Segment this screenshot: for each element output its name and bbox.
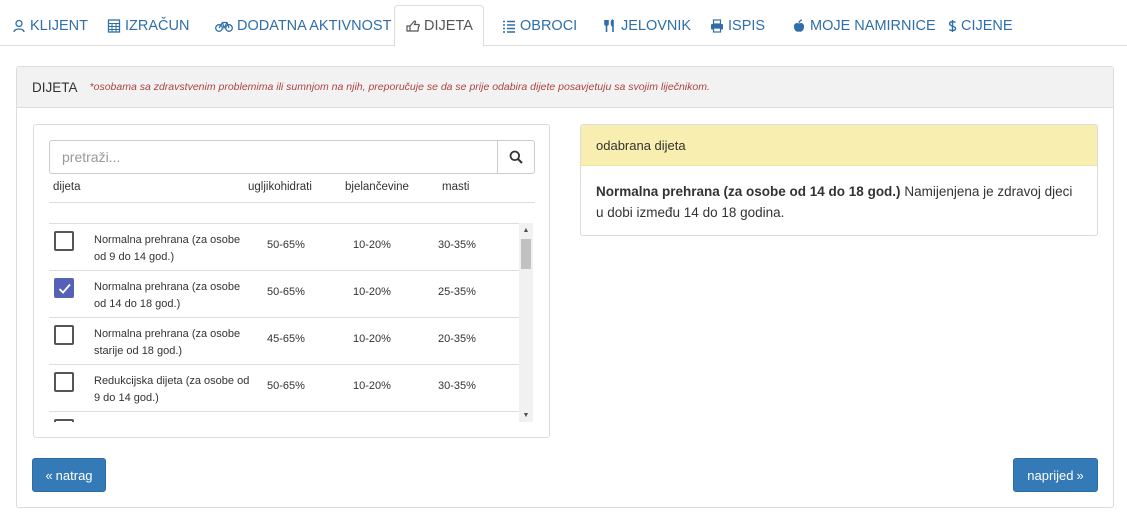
double-chevron-right-icon: » (1076, 467, 1084, 483)
print-icon (709, 18, 724, 33)
tab-bar: KLIJENT IZRAČUN DODATNA AKTIVNOST DIJETA… (0, 0, 1127, 47)
back-button[interactable]: « natrag (32, 458, 106, 492)
search-input[interactable] (49, 140, 497, 174)
tab-label: DIJETA (424, 18, 473, 34)
tab-label: OBROCI (520, 17, 578, 34)
search-button[interactable] (497, 140, 535, 174)
diet-name: Normalna prehrana (za osobe od 9 do 14 g… (94, 234, 241, 263)
diet-fat: 30-35% (438, 380, 476, 392)
tab-cijene[interactable]: CIJENE (937, 5, 1024, 46)
column-header-carbs: ugljikohidrati (248, 181, 312, 193)
selected-diet-body: Normalna prehrana (za osobe od 14 do 18 … (581, 166, 1097, 235)
cutlery-icon (602, 18, 617, 33)
diet-protein: 10-20% (353, 380, 391, 392)
diet-checkbox[interactable] (54, 231, 74, 251)
diet-name: Normalna prehrana (za osobe starije od 1… (94, 328, 241, 357)
selected-diet-heading: odabrana dijeta (581, 125, 1097, 166)
user-icon (11, 19, 26, 33)
health-warning-note: *osobama sa zdravstvenim problemima ili … (89, 81, 710, 93)
diet-row[interactable]: Normalna prehrana (za osobe od 9 do 14 g… (49, 223, 519, 270)
list-scrollbar[interactable]: ▲ ▼ (519, 223, 533, 422)
diet-checkbox[interactable] (54, 419, 74, 422)
diet-row[interactable]: Normalna prehrana (za osobe starije od 1… (49, 317, 519, 364)
diet-fat: 20-35% (438, 333, 476, 345)
list-icon (501, 19, 516, 33)
diet-name: Redukcijska dijeta (za osobe od 9 do 14 … (94, 375, 250, 404)
diet-fat: 25-35% (438, 286, 476, 298)
diet-list-box: dijeta ugljikohidrati bjelančevine masti… (33, 124, 550, 438)
scroll-down-arrow-icon[interactable]: ▼ (519, 408, 533, 422)
diet-row[interactable]: Redukcijska dijeta (za osobe od 9 do 14 … (49, 364, 519, 411)
scroll-up-arrow-icon[interactable]: ▲ (519, 223, 533, 237)
diet-protein: 10-20% (353, 239, 391, 251)
scroll-thumb[interactable] (521, 239, 531, 269)
tab-label: JELOVNIK (621, 17, 692, 34)
calculator-icon (106, 18, 121, 33)
tab-jelovnik[interactable]: JELOVNIK (591, 5, 702, 46)
diet-carbs: 50-65% (267, 286, 305, 298)
column-header-diet: dijeta (53, 181, 81, 193)
diet-fat: 30-35% (438, 239, 476, 251)
diet-protein: 10-20% (353, 286, 391, 298)
column-header-fat: masti (442, 181, 470, 193)
diet-carbs: 50-65% (267, 239, 305, 251)
double-chevron-left-icon: « (45, 467, 53, 483)
diet-checkbox[interactable] (54, 372, 74, 392)
diet-carbs: 50-65% (267, 380, 305, 392)
diet-list[interactable]: Normalna prehrana (za osobe od 9 do 14 g… (49, 223, 533, 422)
tab-klijent[interactable]: KLIJENT (0, 5, 99, 46)
diet-panel: DIJETA *osobama sa zdravstvenim problemi… (16, 66, 1114, 508)
back-button-label: natrag (55, 467, 93, 483)
tab-label: ISPIS (728, 17, 766, 34)
header-divider (49, 202, 535, 203)
tab-moje-namirnice[interactable]: MOJE NAMIRNICE (780, 5, 947, 46)
tab-label: KLIJENT (30, 17, 89, 34)
diet-name: Normalna prehrana (za osobe od 14 do 18 … (94, 281, 241, 310)
bicycle-icon (214, 19, 233, 33)
tab-obroci[interactable]: OBROCI (490, 5, 588, 46)
next-button[interactable]: naprijed » (1013, 458, 1098, 492)
search-icon (509, 150, 523, 164)
tab-dodatna-aktivnost[interactable]: DODATNA AKTIVNOST (203, 5, 402, 46)
tab-label: MOJE NAMIRNICE (810, 17, 936, 34)
hand-pointer-icon (406, 19, 420, 33)
tab-ispis[interactable]: ISPIS (698, 5, 776, 46)
column-header-protein: bjelančevine (345, 181, 409, 193)
selected-diet-name: Normalna prehrana (za osobe od 14 do 18 … (596, 184, 901, 199)
diet-carbs: 45-65% (267, 333, 305, 345)
next-button-label: naprijed (1027, 467, 1074, 483)
diet-row[interactable] (49, 411, 519, 422)
tab-dijeta[interactable]: DIJETA (394, 5, 484, 47)
panel-heading: DIJETA *osobama sa zdravstvenim problemi… (17, 67, 1113, 108)
tab-izracun[interactable]: IZRAČUN (95, 5, 200, 46)
checkmark-icon (58, 283, 71, 294)
diet-protein: 10-20% (353, 333, 391, 345)
panel-title: DIJETA (32, 79, 78, 95)
tab-label: CIJENE (961, 17, 1013, 34)
dollar-icon (948, 19, 957, 33)
diet-checkbox-checked[interactable] (54, 278, 74, 298)
tab-label: IZRAČUN (125, 17, 190, 34)
diet-checkbox[interactable] (54, 325, 74, 345)
selected-diet-box: odabrana dijeta Normalna prehrana (za os… (580, 124, 1098, 236)
apple-icon (791, 18, 806, 33)
tab-label: DODATNA AKTIVNOST (237, 17, 392, 34)
diet-row[interactable]: Normalna prehrana (za osobe od 14 do 18 … (49, 270, 519, 317)
search-group (49, 140, 535, 174)
